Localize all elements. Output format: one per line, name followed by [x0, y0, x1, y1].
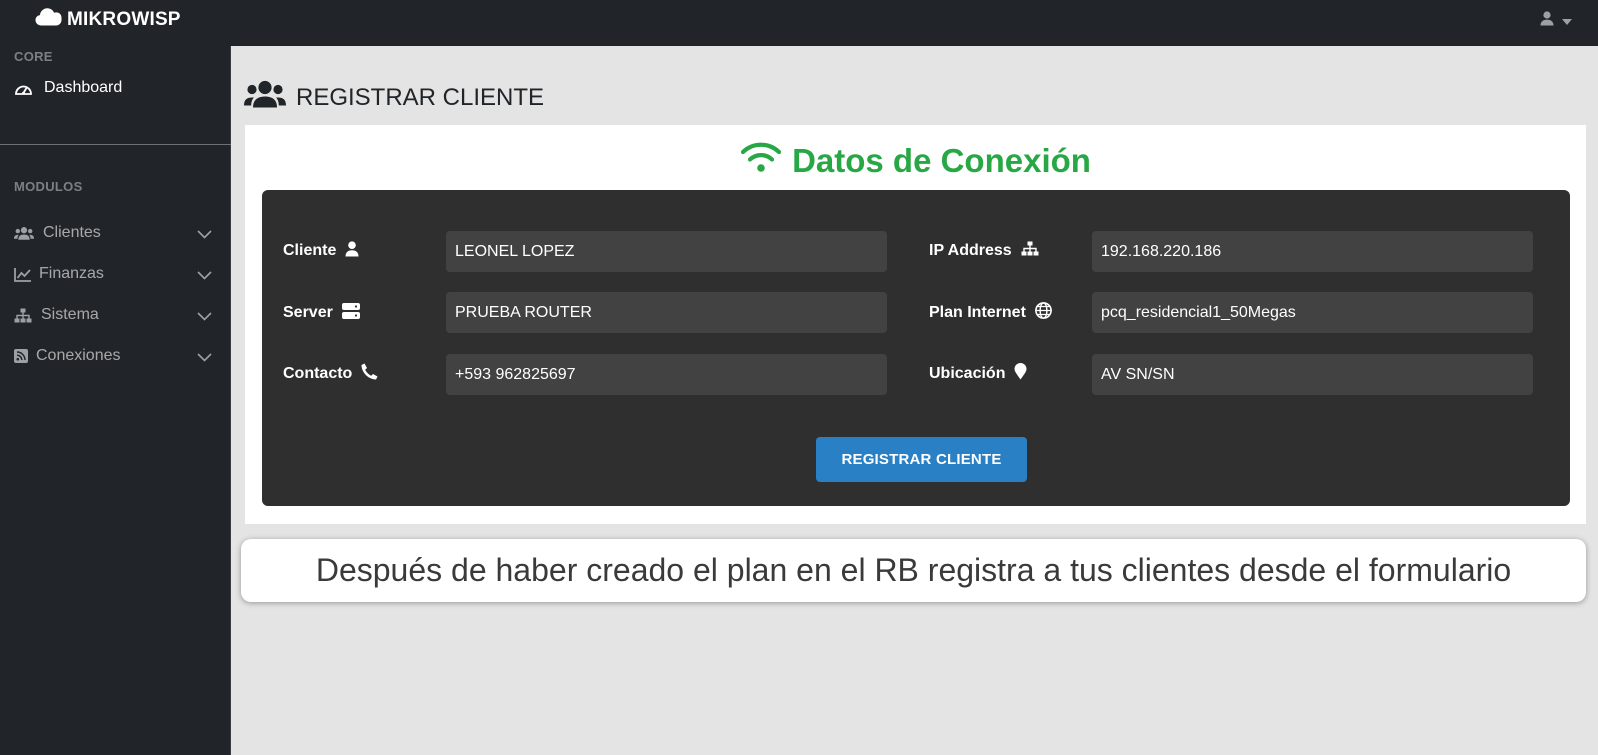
- sidebar-divider: [0, 144, 231, 145]
- sidebar: CORE Dashboard MODULOS Clientes Finanzas…: [0, 46, 231, 755]
- server-icon: [341, 302, 360, 324]
- plan-internet-label: Plan Internet: [929, 302, 1052, 324]
- sidebar-item-conexiones[interactable]: Conexiones: [14, 341, 216, 371]
- plan-internet-input[interactable]: pcq_residencial1_50Megas: [1092, 292, 1533, 333]
- sidebar-item-finanzas[interactable]: Finanzas: [14, 259, 216, 289]
- chevron-down-icon: [197, 308, 212, 326]
- sidebar-item-dashboard[interactable]: Dashboard: [14, 73, 216, 103]
- sidebar-heading-core: CORE: [14, 49, 53, 64]
- top-navbar: MIKROWISP: [0, 0, 1598, 46]
- user-icon: [345, 240, 359, 262]
- registrar-cliente-button[interactable]: REGISTRAR CLIENTE: [816, 437, 1027, 482]
- server-input[interactable]: PRUEBA ROUTER: [446, 292, 887, 333]
- chart-line-icon: [14, 266, 34, 282]
- sidebar-item-clientes[interactable]: Clientes: [14, 218, 216, 248]
- ubicacion-label: Ubicación: [929, 363, 1027, 385]
- user-icon: [1540, 11, 1554, 31]
- globe-icon: [1035, 302, 1052, 324]
- sitemap-icon: [1021, 241, 1039, 261]
- chevron-down-icon: [197, 267, 212, 285]
- page-title-text: REGISTRAR CLIENTE: [296, 84, 545, 111]
- rss-square-icon: [14, 348, 34, 364]
- chevron-down-icon: [197, 226, 212, 244]
- ubicacion-input[interactable]: AV SN/SN: [1092, 354, 1533, 395]
- phone-icon: [361, 363, 378, 385]
- connection-form: Cliente LEONEL LOPEZ Server PRUEBA ROUTE…: [262, 190, 1570, 506]
- card-title: Datos de Conexión: [245, 141, 1586, 181]
- map-marker-icon: [1014, 363, 1027, 385]
- ip-address-input[interactable]: 192.168.220.186: [1092, 231, 1533, 272]
- sidebar-item-label: Conexiones: [36, 347, 121, 364]
- sidebar-item-label: Dashboard: [44, 79, 123, 96]
- brand-logo[interactable]: MIKROWISP: [35, 7, 181, 32]
- cliente-label: Cliente: [283, 240, 359, 262]
- users-icon: [14, 225, 34, 241]
- sidebar-item-label: Sistema: [41, 306, 99, 323]
- registration-card: Datos de Conexión Cliente LEONEL LOPEZ S…: [245, 125, 1586, 524]
- sitemap-icon: [14, 307, 34, 323]
- sidebar-item-label: Finanzas: [39, 265, 104, 282]
- sidebar-heading-modulos: MODULOS: [14, 179, 83, 194]
- sidebar-item-sistema[interactable]: Sistema: [14, 300, 216, 330]
- sidebar-item-label: Clientes: [43, 224, 101, 241]
- users-icon: [244, 78, 286, 118]
- server-label: Server: [283, 302, 360, 324]
- contacto-label: Contacto: [283, 363, 378, 385]
- ip-address-label: IP Address: [929, 240, 1039, 262]
- page-title: REGISTRAR CLIENTE: [244, 78, 544, 118]
- instruction-caption: Después de haber creado el plan en el RB…: [241, 539, 1586, 602]
- wifi-icon: [740, 141, 782, 181]
- card-title-text: Datos de Conexión: [792, 142, 1091, 179]
- brand-name: MIKROWISP: [67, 8, 181, 30]
- chevron-down-icon: [197, 349, 212, 367]
- contacto-input[interactable]: +593 962825697: [446, 354, 887, 395]
- cliente-input[interactable]: LEONEL LOPEZ: [446, 231, 887, 272]
- user-menu[interactable]: [1540, 11, 1572, 31]
- tachometer-icon: [14, 80, 34, 96]
- cloud-icon: [35, 7, 62, 32]
- caret-down-icon: [1562, 12, 1572, 30]
